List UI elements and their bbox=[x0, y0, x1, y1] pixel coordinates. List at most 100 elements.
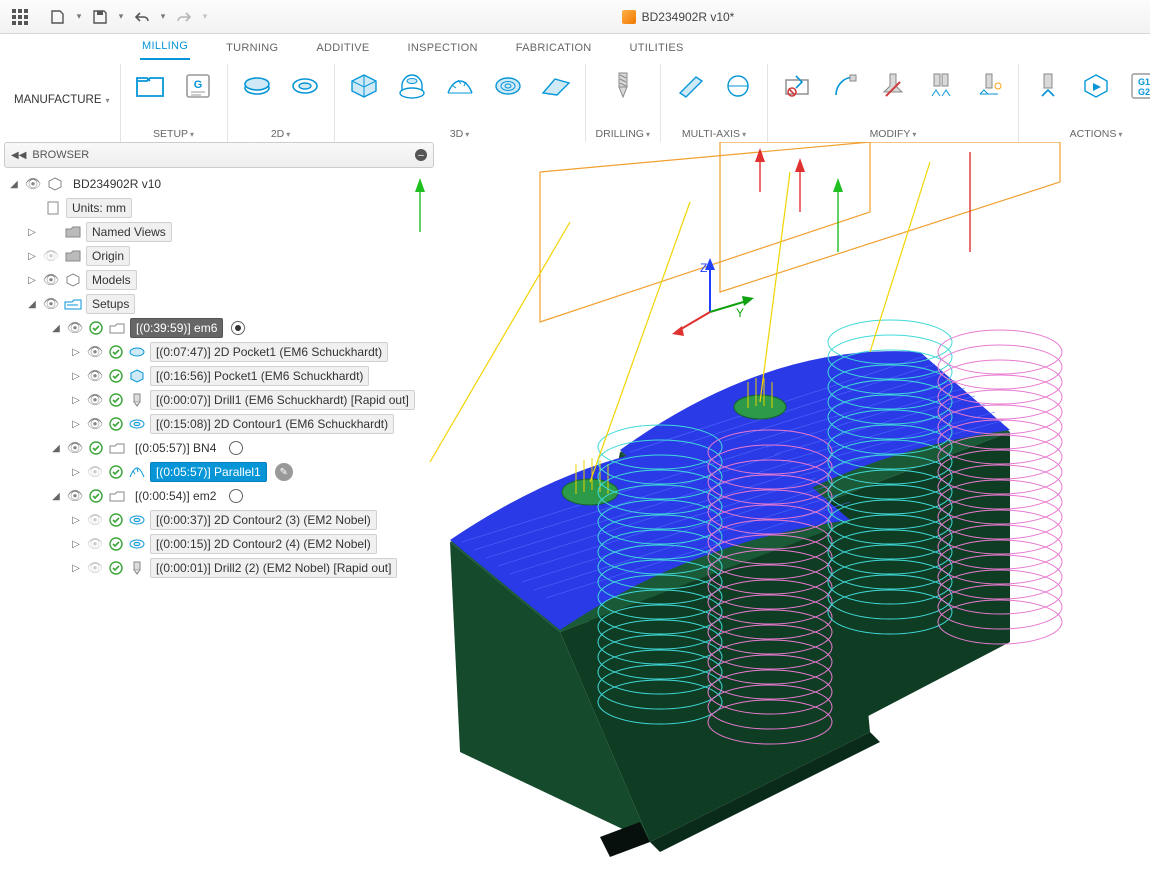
undo-dropdown[interactable]: ▾ bbox=[156, 4, 170, 30]
modify-compare-icon[interactable] bbox=[922, 66, 960, 106]
tab-inspection[interactable]: INSPECTION bbox=[405, 38, 479, 60]
units-label[interactable]: Units: mm bbox=[66, 198, 132, 218]
simulate-icon[interactable] bbox=[1077, 66, 1115, 106]
modify-move-icon[interactable] bbox=[970, 66, 1008, 106]
visibility-icon[interactable]: 👁 bbox=[24, 176, 42, 192]
browser-header[interactable]: ◀◀ BROWSER – bbox=[4, 142, 434, 168]
origin-label[interactable]: Origin bbox=[86, 246, 130, 266]
undo-icon[interactable] bbox=[128, 4, 156, 30]
save-dropdown[interactable]: ▾ bbox=[114, 4, 128, 30]
browser-options-icon[interactable]: – bbox=[415, 149, 427, 161]
tab-turning[interactable]: TURNING bbox=[224, 38, 280, 60]
visibility-icon[interactable]: 👁 bbox=[86, 344, 104, 360]
op-label[interactable]: [(0:16:56)] Pocket1 (EM6 Schuckhardt) bbox=[150, 366, 369, 386]
visibility-icon[interactable]: 👁 bbox=[86, 368, 104, 384]
op-label[interactable]: [(0:00:07)] Drill1 (EM6 Schuckhardt) [Ra… bbox=[150, 390, 415, 410]
3d-pocket-icon[interactable] bbox=[393, 66, 431, 106]
3d-scallop-icon[interactable] bbox=[489, 66, 527, 106]
modify-folder-icon[interactable] bbox=[778, 66, 816, 106]
tab-milling[interactable]: MILLING bbox=[140, 36, 190, 60]
collapse-toggle[interactable]: ◢ bbox=[8, 179, 20, 190]
op-label[interactable]: [(0:07:47)] 2D Pocket1 (EM6 Schuckhardt) bbox=[150, 342, 388, 362]
tab-fabrication[interactable]: FABRICATION bbox=[514, 38, 594, 60]
node-em2-op1: ▷👁 [(0:00:37)] 2D Contour2 (3) (EM2 Nobe… bbox=[4, 508, 434, 532]
redo-dropdown[interactable]: ▾ bbox=[198, 4, 212, 30]
status-ok-icon bbox=[108, 392, 124, 408]
component-icon bbox=[46, 176, 64, 192]
setup-em6-label[interactable]: [(0:39:59)] em6 bbox=[130, 318, 223, 338]
ribbon: MILLING TURNING ADDITIVE INSPECTION FABR… bbox=[0, 34, 1150, 143]
tab-utilities[interactable]: UTILITIES bbox=[628, 38, 686, 60]
visibility-icon[interactable]: 👁 bbox=[86, 392, 104, 408]
op-label[interactable]: [(0:15:08)] 2D Contour1 (EM6 Schuckhardt… bbox=[150, 414, 394, 434]
nc-program-icon[interactable]: G bbox=[179, 66, 217, 106]
node-setup-em6: ◢ 👁 [(0:39:59)] em6 bbox=[4, 316, 434, 340]
file-icon[interactable] bbox=[44, 4, 72, 30]
root-label[interactable]: BD234902R v10 bbox=[68, 175, 166, 193]
visibility-icon[interactable]: 👁 bbox=[66, 488, 84, 504]
visibility-icon[interactable]: 👁 bbox=[86, 416, 104, 432]
collapse-toggle[interactable]: ◢ bbox=[50, 443, 62, 454]
2d-contour-icon[interactable] bbox=[286, 66, 324, 106]
2d-face-icon[interactable] bbox=[238, 66, 276, 106]
3d-adaptive-icon[interactable] bbox=[345, 66, 383, 106]
visibility-off-icon[interactable]: 👁 bbox=[86, 536, 104, 552]
visibility-icon[interactable]: 👁 bbox=[42, 296, 60, 312]
setup-folder-icon[interactable] bbox=[131, 66, 169, 106]
tab-additive[interactable]: ADDITIVE bbox=[314, 38, 371, 60]
save-icon[interactable] bbox=[86, 4, 114, 30]
edit-icon[interactable]: ✎ bbox=[275, 463, 293, 481]
visibility-icon[interactable]: 👁 bbox=[42, 272, 60, 288]
browser-title: BROWSER bbox=[32, 149, 89, 161]
setups-label[interactable]: Setups bbox=[86, 294, 135, 314]
visibility-off-icon[interactable]: 👁 bbox=[86, 560, 104, 576]
op-label[interactable]: [(0:00:01)] Drill2 (2) (EM2 Nobel) [Rapi… bbox=[150, 558, 397, 578]
models-label[interactable]: Models bbox=[86, 270, 137, 290]
visibility-off-icon[interactable]: 👁 bbox=[42, 248, 60, 264]
file-dropdown[interactable]: ▾ bbox=[72, 4, 86, 30]
contour-icon bbox=[128, 536, 146, 552]
status-ok-icon bbox=[108, 368, 124, 384]
collapse-toggle[interactable]: ◢ bbox=[50, 323, 62, 334]
expand-toggle[interactable]: ▷ bbox=[26, 251, 38, 262]
status-ok-icon bbox=[108, 464, 124, 480]
active-setup-radio[interactable] bbox=[231, 321, 245, 335]
modify-toolpath-icon[interactable] bbox=[826, 66, 864, 106]
visibility-off-icon[interactable]: 👁 bbox=[86, 464, 104, 480]
3d-parallel-icon[interactable] bbox=[441, 66, 479, 106]
modify-break-icon[interactable] bbox=[874, 66, 912, 106]
folder-icon bbox=[64, 224, 82, 240]
apps-icon[interactable] bbox=[6, 4, 34, 30]
collapse-toggle[interactable]: ◢ bbox=[50, 491, 62, 502]
named-views-label[interactable]: Named Views bbox=[86, 222, 172, 242]
generate-icon[interactable] bbox=[1029, 66, 1067, 106]
setup-em2-label[interactable]: [(0:00:54)] em2 bbox=[130, 487, 221, 505]
setup-bn4-label[interactable]: [(0:05:57)] BN4 bbox=[130, 439, 221, 457]
drill-icon[interactable] bbox=[604, 66, 642, 106]
visibility-icon[interactable]: 👁 bbox=[66, 320, 84, 336]
collapse-toggle[interactable]: ◢ bbox=[26, 299, 38, 310]
status-ok-icon bbox=[108, 536, 124, 552]
svg-text:G: G bbox=[193, 79, 202, 91]
workspace-label: MANUFACTURE bbox=[14, 94, 102, 106]
group-actions: G1G2 ACTIONS▾ bbox=[1019, 64, 1150, 142]
op-parallel-label[interactable]: [(0:05:57)] Parallel1 bbox=[150, 462, 267, 482]
op-label[interactable]: [(0:00:37)] 2D Contour2 (3) (EM2 Nobel) bbox=[150, 510, 377, 530]
redo-icon[interactable] bbox=[170, 4, 198, 30]
setup-folder-icon bbox=[108, 488, 126, 504]
expand-toggle[interactable]: ▷ bbox=[26, 275, 38, 286]
multiaxis-flow-icon[interactable] bbox=[719, 66, 757, 106]
node-setups: ◢ 👁 Setups bbox=[4, 292, 434, 316]
visibility-icon[interactable]: 👁 bbox=[66, 440, 84, 456]
postprocess-icon[interactable]: G1G2 bbox=[1125, 66, 1150, 106]
op-label[interactable]: [(0:00:15)] 2D Contour2 (4) (EM2 Nobel) bbox=[150, 534, 377, 554]
active-setup-radio[interactable] bbox=[229, 441, 243, 455]
3d-ramp-icon[interactable] bbox=[537, 66, 575, 106]
workspace-switcher[interactable]: MANUFACTURE▾ bbox=[4, 64, 120, 136]
expand-toggle[interactable]: ▷ bbox=[26, 227, 38, 238]
active-setup-radio[interactable] bbox=[229, 489, 243, 503]
visibility-off-icon[interactable]: 👁 bbox=[86, 512, 104, 528]
group-multiaxis: MULTI-AXIS▾ bbox=[661, 64, 768, 142]
collapse-icon[interactable]: ◀◀ bbox=[11, 150, 26, 161]
multiaxis-swarf-icon[interactable] bbox=[671, 66, 709, 106]
